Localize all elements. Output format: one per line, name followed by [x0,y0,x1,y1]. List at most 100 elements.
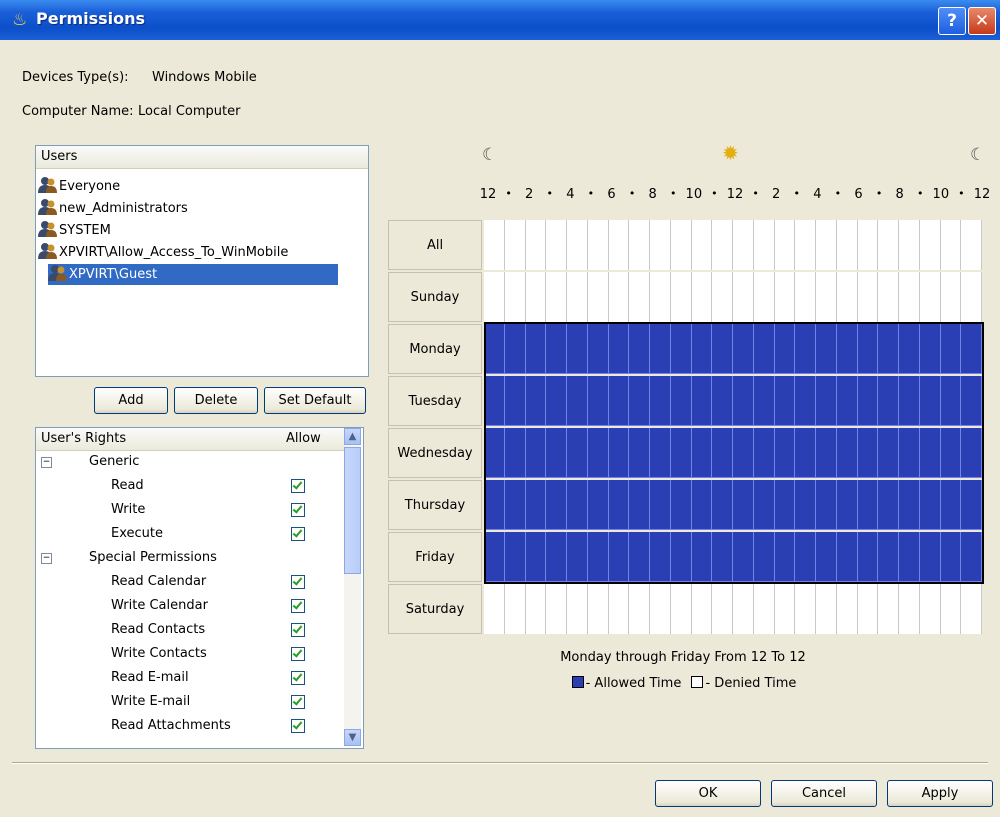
allowed-time-cell[interactable] [733,376,754,426]
allowed-time-cell[interactable] [629,532,650,582]
allowed-time-cell[interactable] [753,480,775,530]
allowed-time-cell[interactable] [940,324,962,374]
allowed-time-cell[interactable] [525,480,547,530]
denied-time-cell[interactable] [961,272,982,322]
allowed-time-cell[interactable] [795,324,816,374]
denied-time-cell[interactable] [712,272,733,322]
allowed-time-cell[interactable] [629,324,650,374]
allowed-time-cell[interactable] [878,428,899,478]
allowed-time-cell[interactable] [795,532,816,582]
allowed-time-cell[interactable] [774,532,796,582]
allowed-time-cell[interactable] [753,376,775,426]
denied-time-cell[interactable] [650,584,671,634]
denied-time-cell[interactable] [670,220,692,270]
day-row-thursday[interactable] [484,480,982,530]
allowed-time-cell[interactable] [608,324,630,374]
allowed-time-cell[interactable] [650,480,671,530]
allow-checkbox[interactable] [291,575,305,589]
allow-checkbox[interactable] [291,503,305,517]
allowed-time-cell[interactable] [504,324,526,374]
scroll-up-arrow-icon[interactable]: ▲ [344,428,361,445]
denied-time-cell[interactable] [525,220,547,270]
allowed-time-cell[interactable] [774,376,796,426]
denied-time-cell[interactable] [733,584,754,634]
allowed-time-cell[interactable] [774,480,796,530]
allowed-time-cell[interactable] [899,532,920,582]
delete-button[interactable]: Delete [174,387,258,414]
allowed-time-cell[interactable] [878,324,899,374]
allowed-time-cell[interactable] [587,324,609,374]
denied-time-cell[interactable] [608,272,630,322]
denied-time-cell[interactable] [774,584,796,634]
denied-time-cell[interactable] [753,220,775,270]
allowed-time-cell[interactable] [733,324,754,374]
denied-time-cell[interactable] [650,220,671,270]
denied-time-cell[interactable] [670,584,692,634]
allowed-time-cell[interactable] [733,480,754,530]
user-rights-list[interactable]: User's Rights Allow − Generic Read Write Exe… [35,427,364,749]
denied-time-cell[interactable] [712,584,733,634]
denied-time-cell[interactable] [567,584,588,634]
allowed-time-cell[interactable] [961,428,982,478]
allowed-time-cell[interactable] [712,376,733,426]
day-row-saturday[interactable] [484,584,982,634]
denied-time-cell[interactable] [919,272,941,322]
allowed-time-cell[interactable] [608,376,630,426]
denied-time-cell[interactable] [940,584,962,634]
users-header[interactable]: Users [36,146,368,169]
denied-time-cell[interactable] [691,220,713,270]
denied-time-cell[interactable] [629,272,650,322]
allowed-time-cell[interactable] [608,532,630,582]
allowed-time-cell[interactable] [670,324,692,374]
allowed-time-cell[interactable] [650,324,671,374]
allow-checkbox[interactable] [291,599,305,613]
user-list-item[interactable]: SYSTEM [38,220,111,241]
denied-time-cell[interactable] [733,272,754,322]
day-label-monday[interactable]: Monday [388,324,482,374]
allowed-time-cell[interactable] [484,532,505,582]
ok-button[interactable]: OK [655,780,761,807]
denied-time-cell[interactable] [484,220,505,270]
schedule-grid[interactable]: All Sunday Monday Tuesday Wednesday Thursday F… [388,220,988,643]
denied-time-cell[interactable] [608,220,630,270]
denied-time-cell[interactable] [546,584,567,634]
allowed-time-cell[interactable] [919,324,941,374]
allowed-time-cell[interactable] [691,428,713,478]
user-list-item[interactable]: XPVIRT\Allow_Access_To_WinMobile [38,242,288,263]
allowed-time-cell[interactable] [940,532,962,582]
allowed-time-cell[interactable] [587,532,609,582]
day-row-wednesday[interactable] [484,428,982,478]
denied-time-cell[interactable] [546,272,567,322]
day-row-sunday[interactable] [484,272,982,322]
allowed-time-cell[interactable] [919,428,941,478]
allow-checkbox[interactable] [291,479,305,493]
allowed-time-cell[interactable] [857,376,879,426]
day-row-all[interactable] [484,220,982,270]
allowed-time-cell[interactable] [712,324,733,374]
allowed-time-cell[interactable] [691,376,713,426]
denied-time-cell[interactable] [629,220,650,270]
denied-time-cell[interactable] [836,272,858,322]
denied-time-cell[interactable] [961,220,982,270]
allowed-time-cell[interactable] [484,428,505,478]
allowed-time-cell[interactable] [587,480,609,530]
collapse-toggle-icon[interactable]: − [41,553,52,564]
allowed-time-cell[interactable] [940,480,962,530]
allow-checkbox[interactable] [291,647,305,661]
scroll-down-arrow-icon[interactable]: ▼ [344,729,361,746]
day-label-saturday[interactable]: Saturday [388,584,482,634]
denied-time-cell[interactable] [504,272,526,322]
denied-time-cell[interactable] [857,584,879,634]
allowed-time-cell[interactable] [816,480,837,530]
allowed-time-cell[interactable] [857,428,879,478]
denied-time-cell[interactable] [961,584,982,634]
allowed-time-cell[interactable] [795,376,816,426]
day-label-thursday[interactable]: Thursday [388,480,482,530]
denied-time-cell[interactable] [795,272,816,322]
denied-time-cell[interactable] [878,272,899,322]
denied-time-cell[interactable] [940,220,962,270]
allowed-time-cell[interactable] [567,428,588,478]
allowed-time-cell[interactable] [961,376,982,426]
allowed-time-cell[interactable] [650,376,671,426]
allowed-time-cell[interactable] [608,480,630,530]
